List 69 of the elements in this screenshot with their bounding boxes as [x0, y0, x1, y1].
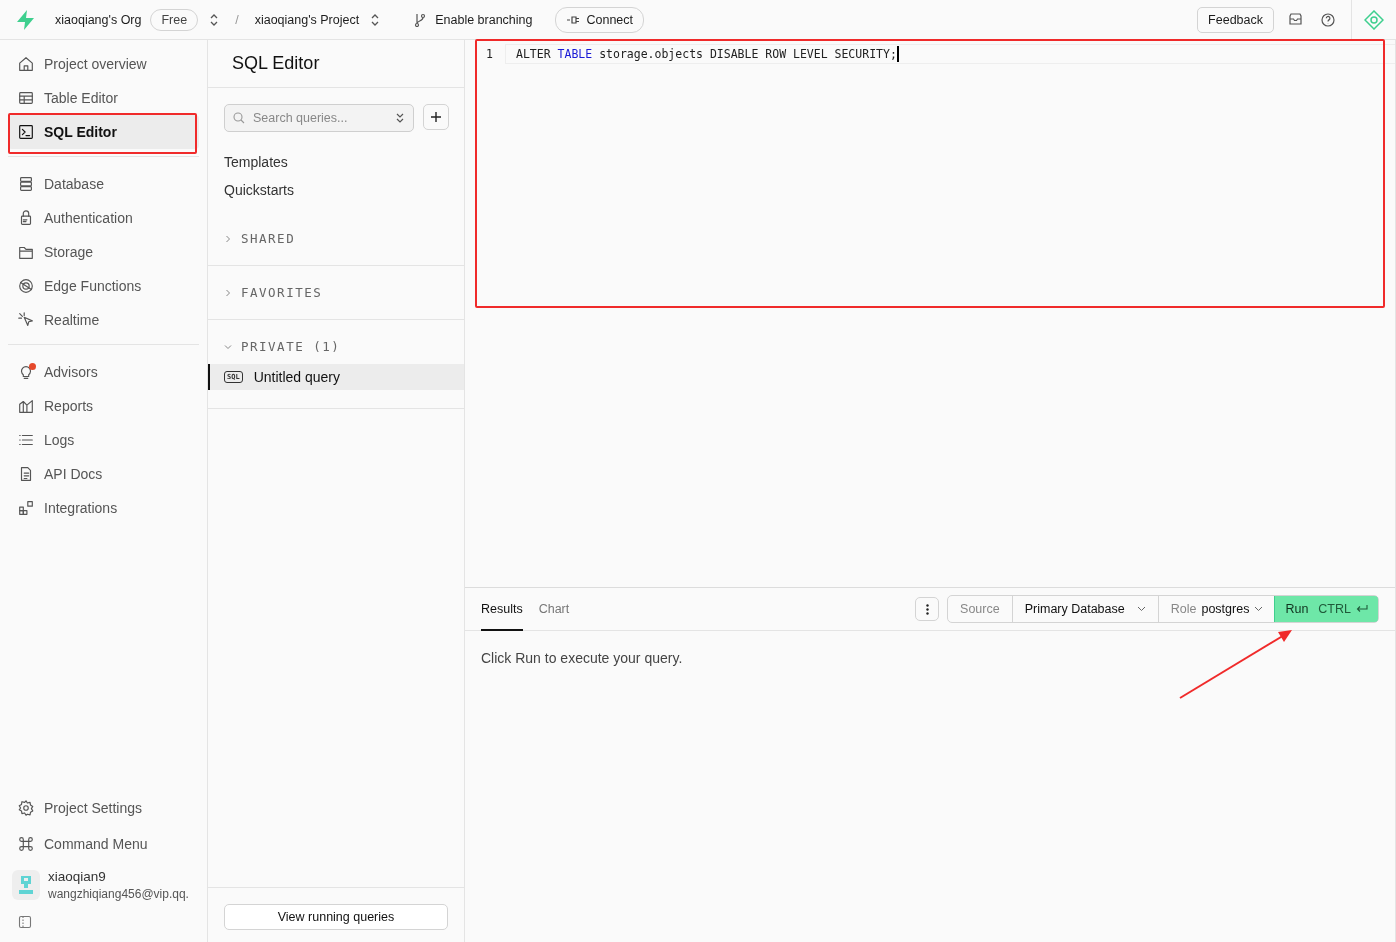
breadcrumb-separator: /	[235, 12, 239, 27]
branch-icon	[413, 12, 428, 27]
command-icon	[17, 835, 35, 853]
section-header[interactable]: PRIVATE (1)	[208, 333, 464, 360]
nav-item[interactable]: Authentication	[8, 201, 199, 235]
nav-item[interactable]: Database	[8, 167, 199, 201]
section-header[interactable]: FAVORITES	[208, 279, 464, 306]
nav-item[interactable]: Command Menu	[8, 827, 199, 861]
project-name[interactable]: xiaoqiang's Project	[254, 12, 360, 27]
pointer-icon	[17, 311, 35, 329]
connect-button[interactable]: Connect	[555, 6, 645, 33]
search-field[interactable]: Search queries...	[224, 104, 414, 132]
run-button[interactable]: Run CTRL	[1274, 596, 1378, 622]
line-number: 1	[485, 47, 494, 61]
chevron-right-icon	[224, 288, 232, 297]
nav-item[interactable]: Advisors	[8, 355, 199, 389]
panel-link[interactable]: Quickstarts	[224, 182, 294, 198]
table-icon	[17, 89, 35, 107]
org-name[interactable]: xiaoqiang's Org	[55, 12, 142, 27]
sidebar-toggle-icon[interactable]	[18, 915, 32, 929]
nav-item[interactable]: Integrations	[8, 491, 199, 525]
plug-icon	[566, 14, 581, 25]
user-email: wangzhiqiang456@vip.qq.	[48, 887, 189, 901]
nav-item[interactable]: Logs	[8, 423, 199, 457]
code-line: ALTER TABLE storage.objects DISABLE ROW LEVEL SECURITY;	[516, 47, 897, 61]
panel-link[interactable]: Templates	[224, 154, 288, 170]
chevron-down-icon	[1136, 606, 1146, 612]
terminal-icon	[17, 123, 35, 141]
role-dropdown[interactable]: Role postgres	[1158, 596, 1276, 622]
feedback-button[interactable]: Feedback	[1197, 6, 1274, 33]
results-tab[interactable]: Results	[481, 587, 523, 631]
chevron-down-icon	[224, 342, 232, 351]
nav-item[interactable]: Table Editor	[8, 81, 199, 115]
nav-item[interactable]: Project overview	[8, 47, 199, 81]
vertical-dots-icon	[925, 603, 929, 615]
chevron-down-icon	[1254, 606, 1264, 612]
enter-key-icon	[1356, 604, 1368, 614]
chevron-right-icon	[224, 234, 232, 243]
blocks-icon	[17, 499, 35, 517]
text-cursor	[896, 46, 899, 62]
chevrons-down-icon[interactable]	[395, 112, 405, 124]
globe-icon	[17, 277, 35, 295]
help-icon[interactable]	[1321, 12, 1335, 27]
results-message: Click Run to execute your query.	[481, 650, 683, 666]
nav-item[interactable]: SQL Editor	[8, 115, 199, 149]
chart-icon	[17, 397, 35, 415]
notification-dot	[29, 363, 36, 370]
panel-title: SQL Editor	[208, 40, 464, 88]
home-icon	[17, 55, 35, 73]
search-icon	[233, 112, 245, 124]
nav-item[interactable]: Edge Functions	[8, 269, 199, 303]
section-header[interactable]: SHARED	[208, 225, 464, 252]
inbox-icon[interactable]	[1288, 13, 1303, 26]
database-icon	[17, 175, 35, 193]
database-dropdown[interactable]: Primary Database	[1012, 596, 1159, 622]
plus-icon	[430, 111, 442, 123]
add-query-button[interactable]	[423, 104, 449, 130]
enable-branching-link[interactable]: Enable branching	[435, 12, 533, 27]
nav-item[interactable]: Reports	[8, 389, 199, 423]
settings-icon	[17, 799, 35, 817]
user-name: xiaoqian9	[48, 869, 107, 884]
source-label: Source	[948, 596, 1013, 622]
nav-item[interactable]: Realtime	[8, 303, 199, 337]
view-running-queries-button[interactable]: View running queries	[224, 904, 448, 930]
more-options-button[interactable]	[915, 597, 940, 621]
nav-item[interactable]: Storage	[8, 235, 199, 269]
results-tab[interactable]: Chart	[538, 587, 570, 631]
nav-item[interactable]: API Docs	[8, 457, 199, 491]
nav-item[interactable]: Project Settings	[8, 791, 199, 825]
